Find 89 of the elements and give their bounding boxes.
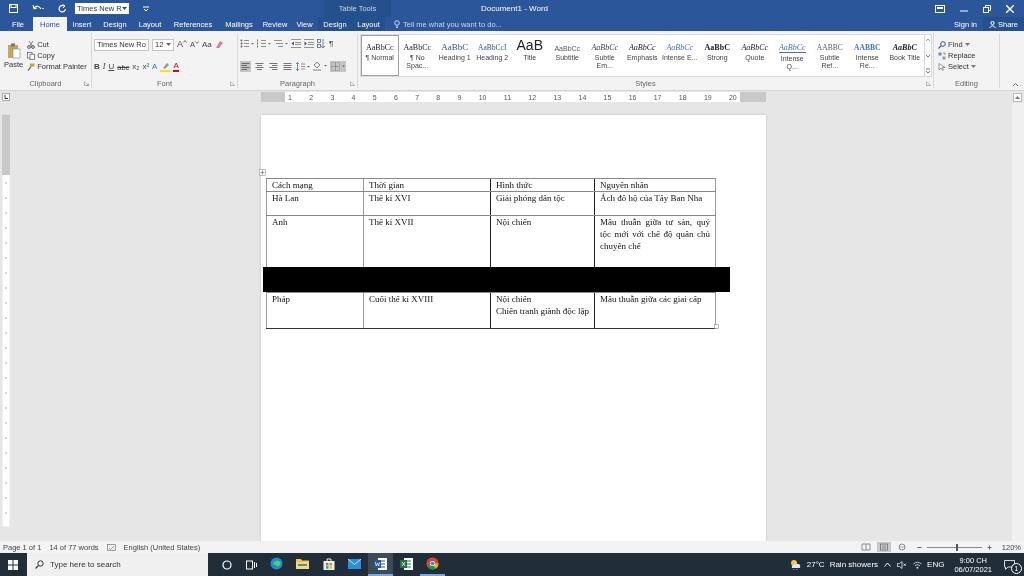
copy-icon: [27, 51, 36, 60]
text-effects-button[interactable]: A: [152, 63, 158, 72]
caret-up-icon: [183, 40, 187, 44]
cursor-icon: [938, 62, 946, 71]
column-header: Hình thức: [490, 179, 594, 191]
align-icon[interactable]: [240, 60, 251, 72]
start-icon[interactable]: [8, 559, 18, 570]
table-cell: Ách đô hộ của Tây Ban Nha: [594, 192, 716, 215]
collapse-ribbon-icon[interactable]: [1012, 82, 1019, 87]
zoom-out-icon[interactable]: [916, 544, 922, 550]
table-cell: Cuối thế kỉ XVIII: [363, 293, 490, 328]
browser-icon: [426, 557, 439, 570]
speaker-muted-icon[interactable]: [897, 560, 908, 569]
align-icon[interactable]: [254, 60, 265, 72]
mail-icon: [348, 558, 361, 569]
caret-icon: [970, 64, 976, 69]
task-view-icon[interactable]: [246, 559, 257, 570]
format-button[interactable]: x₂: [132, 63, 140, 72]
weather-icon[interactable]: [788, 559, 802, 570]
clear-formatting-icon[interactable]: [214, 40, 224, 50]
table-cell: Hà Lan: [266, 192, 363, 215]
table-cell: Giải phóng dân tộc: [490, 192, 594, 215]
align-icon[interactable]: [268, 60, 279, 72]
table-move-handle-icon[interactable]: [259, 169, 266, 176]
more-icon[interactable]: [924, 66, 931, 76]
caret-icon: [964, 42, 970, 47]
paintbrush-icon: [27, 62, 36, 71]
replace-icon: [938, 51, 946, 60]
highlighter-icon[interactable]: [160, 62, 171, 73]
column-header: Cách mạng: [266, 179, 363, 191]
folder-icon: [296, 558, 309, 569]
caret-icon: [122, 6, 127, 11]
column-header: Thời gian: [363, 179, 490, 191]
close-icon[interactable]: [1006, 4, 1014, 13]
scissors-icon: [27, 40, 36, 49]
numbering-icon[interactable]: [257, 39, 271, 49]
undo-icon[interactable]: [32, 4, 44, 13]
bullets-icon[interactable]: [240, 39, 254, 49]
view-mode-icon[interactable]: [876, 542, 891, 552]
show-formatting-button[interactable]: ¶: [329, 39, 334, 48]
input-language[interactable]: ENG: [927, 560, 945, 569]
search-icon: [938, 40, 946, 49]
save-icon[interactable]: [9, 4, 18, 13]
person-icon: [989, 20, 996, 28]
format-button[interactable]: I: [102, 63, 106, 72]
weather-condition[interactable]: Rain showers: [829, 560, 879, 569]
customize-icon[interactable]: [143, 5, 149, 12]
chevron-up-icon[interactable]: [884, 562, 892, 567]
message-icon: [1004, 559, 1015, 570]
decrease-indent-icon[interactable]: [291, 39, 301, 49]
caret-down-icon: [195, 41, 200, 44]
tab-stop-icon[interactable]: [2, 93, 10, 101]
ribbon-options-icon[interactable]: [935, 4, 945, 13]
word-app-icon: [374, 557, 387, 570]
network-icon[interactable]: [913, 560, 923, 569]
taskbar-app[interactable]: [368, 553, 393, 576]
font-color-button[interactable]: A: [173, 62, 179, 73]
table-cell: Nội chiến Chiến tranh giành độc lập: [490, 293, 594, 328]
format-button[interactable]: U: [108, 63, 115, 72]
temperature[interactable]: 27°C: [806, 560, 825, 569]
clipboard-icon: [6, 42, 21, 59]
sort-icon[interactable]: [317, 39, 326, 49]
table-cell: Thế kỉ XVI: [363, 192, 490, 215]
grow-font-button[interactable]: A: [177, 40, 187, 50]
format-button[interactable]: x²: [142, 63, 150, 72]
vertical-scrollbar[interactable]: [1012, 103, 1024, 541]
table-cell: Pháp: [266, 293, 363, 328]
format-button[interactable]: B: [94, 63, 100, 72]
excel-app-icon: [400, 557, 413, 570]
lightbulb-icon: [394, 20, 400, 28]
multilevel-list-icon[interactable]: [274, 39, 288, 49]
borders-icon[interactable]: [330, 60, 346, 72]
cortana-icon[interactable]: [222, 559, 232, 570]
zoom-in-icon[interactable]: [986, 544, 992, 550]
align-icon[interactable]: [282, 60, 293, 72]
caret-icon: [166, 42, 171, 47]
line-spacing-icon[interactable]: [296, 61, 310, 71]
edge-icon: [270, 557, 283, 570]
increase-indent-icon[interactable]: [304, 39, 314, 49]
change-case-button[interactable]: Aa: [202, 40, 212, 49]
shopping-bag-icon: [322, 557, 335, 570]
redo-icon[interactable]: [58, 4, 67, 13]
shading-icon[interactable]: [313, 61, 327, 72]
column-header: Nguyên nhân: [594, 179, 716, 191]
restore-icon[interactable]: [983, 4, 991, 13]
taskbar-search-field[interactable]: Type here to search: [27, 553, 208, 576]
window-title: Document1 - Word: [481, 4, 548, 13]
table-resize-handle-icon[interactable]: [714, 324, 719, 329]
scroll-up-icon[interactable]: [1013, 92, 1022, 102]
